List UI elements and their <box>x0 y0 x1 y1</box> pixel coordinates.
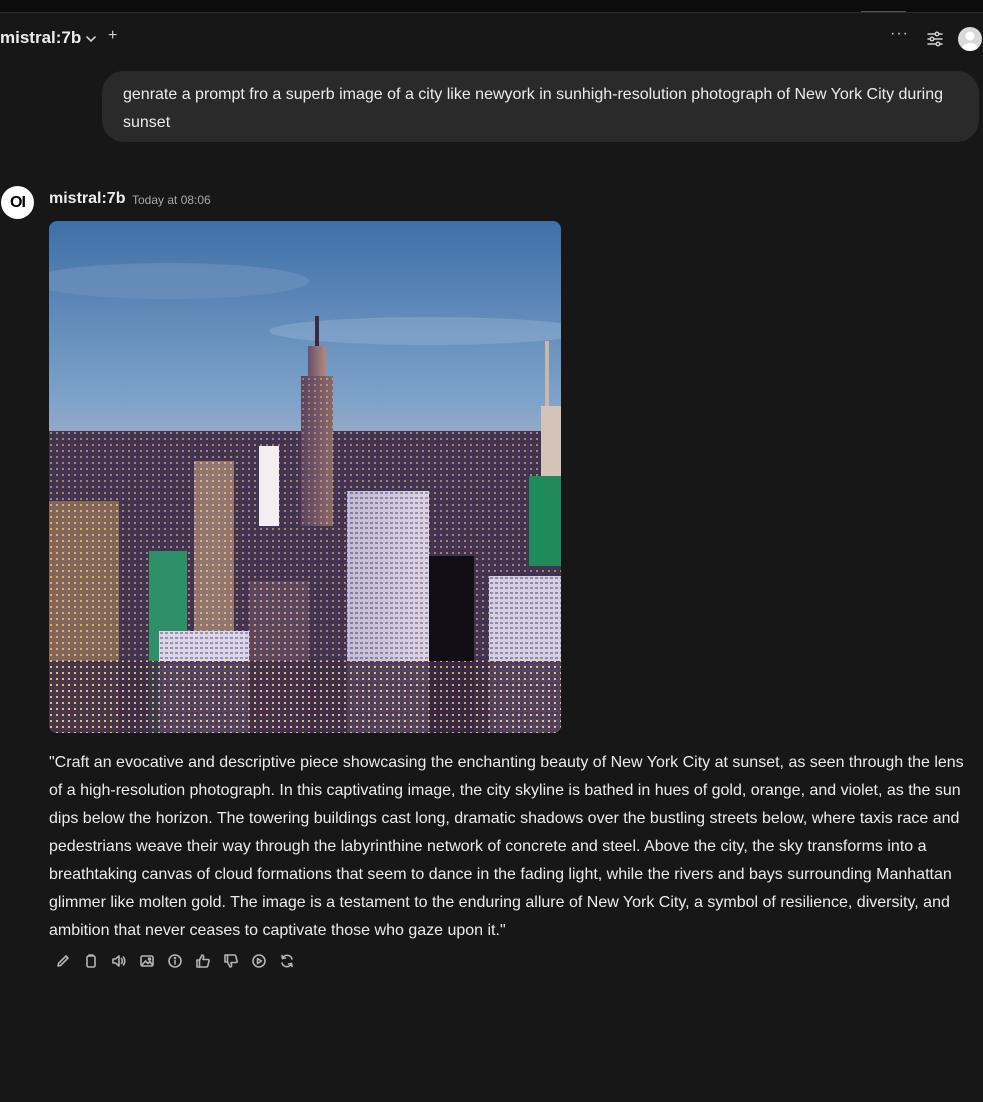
edit-button[interactable] <box>54 952 72 970</box>
regenerate-button[interactable] <box>278 952 296 970</box>
info-icon <box>168 954 182 968</box>
chevron-down-icon[interactable] <box>84 32 98 46</box>
assistant-avatar: OI <box>1 186 34 219</box>
play-icon <box>252 954 266 968</box>
assistant-model-name: mistral:7b <box>49 190 126 207</box>
copy-icon <box>86 954 96 968</box>
user-avatar[interactable] <box>958 27 982 51</box>
generated-city-image[interactable] <box>49 221 561 733</box>
model-selector-label[interactable]: mistral:7b <box>0 28 81 48</box>
speaker-icon <box>112 955 126 967</box>
generate-image-button[interactable] <box>138 952 156 970</box>
active-tab-indicator <box>861 11 906 12</box>
assistant-response-text: "Craft an evocative and descriptive piec… <box>49 754 964 939</box>
info-button[interactable] <box>166 952 184 970</box>
read-aloud-button[interactable] <box>110 952 128 970</box>
regenerate-icon <box>281 954 293 968</box>
continue-response-button[interactable] <box>250 952 268 970</box>
user-message-bubble: genrate a prompt fro a superb image of a… <box>102 71 979 142</box>
user-silhouette-icon <box>962 31 978 51</box>
message-timestamp: Today at 08:06 <box>132 193 211 207</box>
add-model-button[interactable]: + <box>108 27 117 45</box>
thumbs-down-icon <box>224 954 238 968</box>
window-top-strip <box>0 0 983 13</box>
edit-icon <box>57 955 69 967</box>
good-response-button[interactable] <box>194 952 212 970</box>
message-action-bar <box>54 952 296 970</box>
city-skyline-illustration <box>49 221 561 733</box>
bad-response-button[interactable] <box>222 952 240 970</box>
chat-header: mistral:7b + ··· <box>0 24 983 54</box>
more-options-button[interactable]: ··· <box>890 25 909 43</box>
thumbs-up-icon <box>196 954 210 968</box>
copy-button[interactable] <box>82 952 100 970</box>
chat-page: mistral:7b + ··· genrate a prompt fro a … <box>0 0 983 1102</box>
user-message-text: genrate a prompt fro a superb image of a… <box>123 86 944 131</box>
image-icon <box>140 955 154 967</box>
controls-sliders-icon[interactable] <box>926 30 944 48</box>
